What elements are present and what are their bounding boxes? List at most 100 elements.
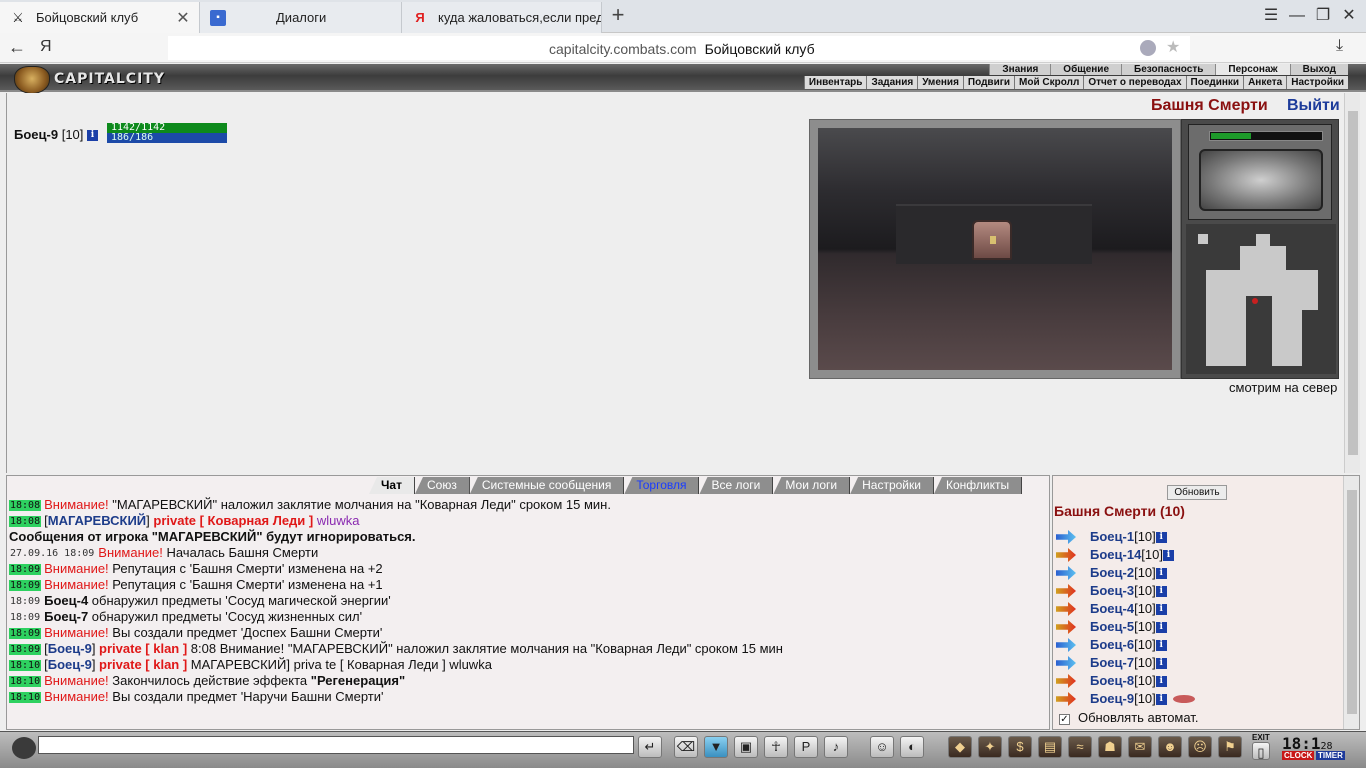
attack-arrow-icon[interactable] <box>1056 566 1076 580</box>
attack-arrow-icon[interactable] <box>1056 674 1076 688</box>
info-icon[interactable]: i <box>1155 531 1167 543</box>
panel-scrollbar[interactable] <box>1343 476 1359 729</box>
info-icon[interactable]: i <box>1155 657 1167 669</box>
timestamp[interactable]: 27.09.16 18:09 <box>9 548 95 559</box>
tab-settings[interactable]: Настройки <box>850 477 934 494</box>
exit-door-icon[interactable]: ▯ <box>1252 742 1270 760</box>
chat-head-icon[interactable] <box>12 737 36 759</box>
helmet-icon[interactable]: ◐ <box>900 736 924 758</box>
attack-arrow-icon[interactable] <box>1056 656 1076 670</box>
timestamp[interactable]: 18:10 <box>9 692 42 703</box>
chest-toolbar-icon[interactable]: ▤ <box>1038 736 1062 758</box>
dungeon-view[interactable] <box>809 119 1181 379</box>
timestamp[interactable]: 18:10 <box>9 660 42 671</box>
friends-icon[interactable]: ☹ <box>1188 736 1212 758</box>
menu-communication[interactable]: Общение <box>1050 64 1121 75</box>
tab-system-messages[interactable]: Системные сообщения <box>469 477 625 494</box>
sound-icon[interactable]: ♪ <box>824 736 848 758</box>
info-icon[interactable]: i <box>1155 639 1167 651</box>
timestamp[interactable]: 18:10 <box>9 676 42 687</box>
info-icon[interactable]: i <box>1155 675 1167 687</box>
menu-knowledge[interactable]: Знания <box>989 64 1051 75</box>
tab-union[interactable]: Союз <box>414 477 470 494</box>
url-field[interactable]: capitalcity.combats.com Бойцовский клуб <box>168 36 1190 60</box>
minimize-icon[interactable]: — <box>1284 4 1310 28</box>
attack-arrow-icon[interactable] <box>1056 584 1076 598</box>
chest-icon[interactable] <box>972 220 1012 260</box>
back-arrow-icon[interactable]: ← <box>8 37 26 58</box>
main-scrollbar[interactable] <box>1344 93 1360 473</box>
menu-exit[interactable]: Выход <box>1289 64 1348 75</box>
scroll-icon[interactable]: ≈ <box>1068 736 1092 758</box>
info-icon[interactable]: i <box>1155 621 1167 633</box>
refresh-button[interactable]: Обновить <box>1167 485 1227 500</box>
scrollbar-thumb[interactable] <box>1348 111 1358 455</box>
submenu-scroll[interactable]: Мой Скролл <box>1014 76 1083 89</box>
info-icon[interactable]: i <box>87 130 99 142</box>
timer-label[interactable]: TIMER <box>1316 751 1345 760</box>
timestamp[interactable]: 18:09 <box>9 644 42 655</box>
auto-update-toggle[interactable]: ✓ Обновлять автомат. <box>1059 710 1198 725</box>
browser-tab[interactable]: ▪ Диалоги <box>200 2 402 33</box>
attack-arrow-icon[interactable] <box>1056 602 1076 616</box>
attack-arrow-icon[interactable] <box>1056 530 1076 544</box>
submenu-profile[interactable]: Анкета <box>1243 76 1286 89</box>
smiley-icon[interactable]: ☺ <box>870 736 894 758</box>
bookmark-star-icon[interactable]: ★ <box>1166 37 1180 57</box>
info-icon[interactable]: i <box>1155 603 1167 615</box>
timestamp[interactable]: 18:08 <box>9 500 42 511</box>
submenu-battles[interactable]: Поединки <box>1185 76 1244 89</box>
window-close-icon[interactable]: ✕ <box>1336 4 1362 28</box>
send-icon[interactable]: ↵ <box>638 736 662 758</box>
timestamp[interactable]: 18:09 <box>9 580 42 591</box>
tab-all-logs[interactable]: Все логи <box>699 477 774 494</box>
restore-icon[interactable]: ❐ <box>1310 4 1336 28</box>
player-name[interactable]: Боец-9 <box>14 127 58 142</box>
save-icon[interactable]: ▣ <box>734 736 758 758</box>
potion-icon[interactable]: ✦ <box>978 736 1002 758</box>
runner-icon[interactable]: ☥ <box>764 736 788 758</box>
mail-icon[interactable]: ✉ <box>1128 736 1152 758</box>
flag-icon[interactable]: ⚑ <box>1218 736 1242 758</box>
timestamp[interactable]: 18:09 <box>9 596 41 607</box>
attack-arrow-icon[interactable] <box>1056 548 1076 562</box>
clock-label[interactable]: CLOCK <box>1282 751 1315 760</box>
menu-icon[interactable]: ☰ <box>1258 4 1284 28</box>
info-icon[interactable]: i <box>1162 549 1174 561</box>
attack-arrow-icon[interactable] <box>1056 620 1076 634</box>
eraser-icon[interactable]: ⌫ <box>674 736 698 758</box>
chat-nick[interactable]: МАГАРЕВСКИЙ <box>48 513 146 528</box>
tab-chat[interactable]: Чат <box>369 477 415 494</box>
chat-nick[interactable]: Боец-9 <box>48 641 92 656</box>
submenu-skills[interactable]: Умения <box>917 76 963 89</box>
money-bag-icon[interactable]: $ <box>1008 736 1032 758</box>
yandex-logo[interactable]: Я <box>40 38 52 56</box>
chat-nick[interactable]: Боец-9 <box>48 657 92 672</box>
timestamp[interactable]: 18:09 <box>9 564 42 575</box>
tab-conflicts[interactable]: Конфликты <box>933 477 1023 494</box>
timestamp[interactable]: 18:09 <box>9 612 41 623</box>
submenu-settings[interactable]: Настройки <box>1286 76 1348 89</box>
timestamp[interactable]: 18:09 <box>9 628 42 639</box>
info-icon[interactable]: i <box>1155 585 1167 597</box>
menu-character[interactable]: Персонаж <box>1215 64 1290 75</box>
timestamp[interactable]: 18:08 <box>9 516 42 527</box>
submenu-quests[interactable]: Задания <box>866 76 917 89</box>
attack-arrow-icon[interactable] <box>1056 692 1076 706</box>
browser-tab[interactable]: Я куда жаловаться,если пред <box>402 2 602 33</box>
submenu-feats[interactable]: Подвиги <box>962 76 1014 89</box>
people-icon[interactable]: ☻ <box>1158 736 1182 758</box>
tab-my-logs[interactable]: Мои логи <box>773 477 851 494</box>
tab-trade[interactable]: Торговля <box>624 477 700 494</box>
attack-arrow-icon[interactable] <box>1056 638 1076 652</box>
submenu-inventory[interactable]: Инвентарь <box>803 76 867 89</box>
scrollbar-thumb[interactable] <box>1347 490 1357 714</box>
protect-icon[interactable] <box>1140 40 1156 56</box>
filter-icon[interactable]: ▼ <box>704 736 728 758</box>
bag-icon[interactable]: ◆ <box>948 736 972 758</box>
new-tab-button[interactable]: + <box>606 4 630 28</box>
close-icon[interactable]: ✕ <box>173 8 193 28</box>
exit-link[interactable]: Выйти <box>1287 97 1340 115</box>
submenu-transfer-report[interactable]: Отчет о переводах <box>1083 76 1185 89</box>
download-icon[interactable]: ⤓ <box>1336 37 1343 55</box>
